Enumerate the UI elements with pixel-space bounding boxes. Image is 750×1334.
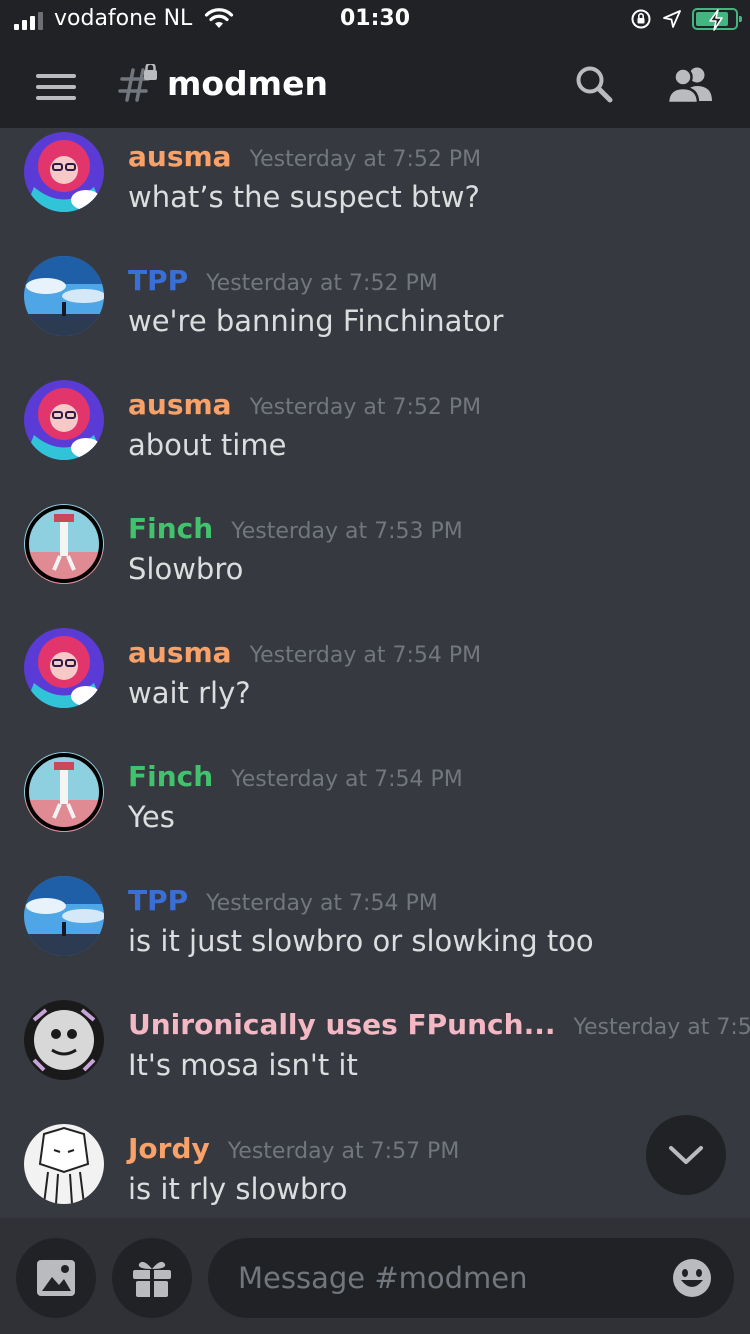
avatar[interactable] [24, 380, 104, 460]
message-item: TPP Yesterday at 7:54 PM is it just slow… [0, 876, 750, 1000]
message-list[interactable]: ausma Yesterday at 7:52 PM what’s the su… [0, 128, 750, 1218]
message-input-box [208, 1238, 734, 1318]
jump-to-latest-button[interactable] [646, 1115, 726, 1195]
avatar[interactable] [24, 752, 104, 832]
avatar[interactable] [24, 504, 104, 584]
rotation-lock-icon [631, 9, 651, 29]
gift-button[interactable] [112, 1238, 192, 1318]
avatar[interactable] [24, 628, 104, 708]
message-text: Slowbro [128, 552, 244, 586]
timestamp: Yesterday at 7:52 PM [249, 395, 482, 420]
message-item: TPP Yesterday at 7:52 PM we're banning F… [0, 256, 750, 380]
message-text: wait rly? [128, 676, 251, 710]
status-bar: vodafone NL 01:30 [0, 0, 750, 44]
username[interactable]: Finch [128, 512, 213, 545]
message-item: ausma Yesterday at 7:52 PM what’s the su… [0, 132, 750, 256]
channel-title: modmen [167, 64, 328, 103]
avatar[interactable] [24, 876, 104, 956]
message-text: what’s the suspect btw? [128, 180, 480, 214]
gift-icon [133, 1261, 171, 1297]
username[interactable]: ausma [128, 636, 232, 669]
members-icon[interactable] [666, 66, 714, 104]
upload-image-button[interactable] [16, 1238, 96, 1318]
search-icon[interactable] [574, 64, 614, 104]
timestamp: Yesterday at 7:54 PM [206, 891, 438, 916]
timestamp: Yesterday at 7:56 PM [573, 1015, 750, 1040]
avatar[interactable] [24, 256, 104, 336]
channel-header: modmen [0, 44, 750, 128]
message-text: is it rly slowbro [128, 1172, 348, 1206]
menu-icon[interactable] [36, 74, 76, 100]
message-item: Unironically uses FPunch... Yesterday at… [0, 1000, 750, 1124]
message-item: Jordy Yesterday at 7:57 PM is it rly slo… [0, 1124, 750, 1218]
timestamp: Yesterday at 7:57 PM [227, 1139, 460, 1164]
timestamp: Yesterday at 7:52 PM [249, 147, 482, 172]
locked-text-channel-icon [118, 64, 157, 102]
message-item: Finch Yesterday at 7:53 PM Slowbro [0, 504, 750, 628]
timestamp: Yesterday at 7:54 PM [231, 767, 463, 792]
top-bar: vodafone NL 01:30 modmen [0, 0, 750, 128]
location-icon [663, 10, 681, 28]
avatar[interactable] [24, 132, 104, 212]
message-text: is it just slowbro or slowking too [128, 924, 594, 958]
chevron-down-icon [669, 1146, 703, 1164]
message-input[interactable] [238, 1238, 658, 1318]
avatar[interactable] [24, 1000, 104, 1080]
emoji-icon[interactable] [672, 1258, 712, 1298]
username[interactable]: Finch [128, 760, 213, 793]
username[interactable]: ausma [128, 140, 232, 173]
message-item: Finch Yesterday at 7:54 PM Yes [0, 752, 750, 876]
image-icon [37, 1260, 75, 1296]
username[interactable]: ausma [128, 388, 232, 421]
username[interactable]: Jordy [128, 1132, 210, 1165]
timestamp: Yesterday at 7:54 PM [249, 643, 482, 668]
username[interactable]: TPP [128, 264, 188, 297]
message-item: ausma Yesterday at 7:52 PM about time [0, 380, 750, 504]
message-text: we're banning Finchinator [128, 304, 504, 338]
message-text: Yes [128, 800, 175, 834]
username[interactable]: Unironically uses FPunch... [128, 1008, 556, 1041]
battery-charging-icon [692, 8, 742, 31]
timestamp: Yesterday at 7:53 PM [231, 519, 463, 544]
timestamp: Yesterday at 7:52 PM [206, 271, 438, 296]
message-item: ausma Yesterday at 7:54 PM wait rly? [0, 628, 750, 752]
message-text: It's mosa isn't it [128, 1048, 358, 1082]
message-composer [0, 1218, 750, 1334]
message-text: about time [128, 428, 287, 462]
avatar[interactable] [24, 1124, 104, 1204]
username[interactable]: TPP [128, 884, 188, 917]
